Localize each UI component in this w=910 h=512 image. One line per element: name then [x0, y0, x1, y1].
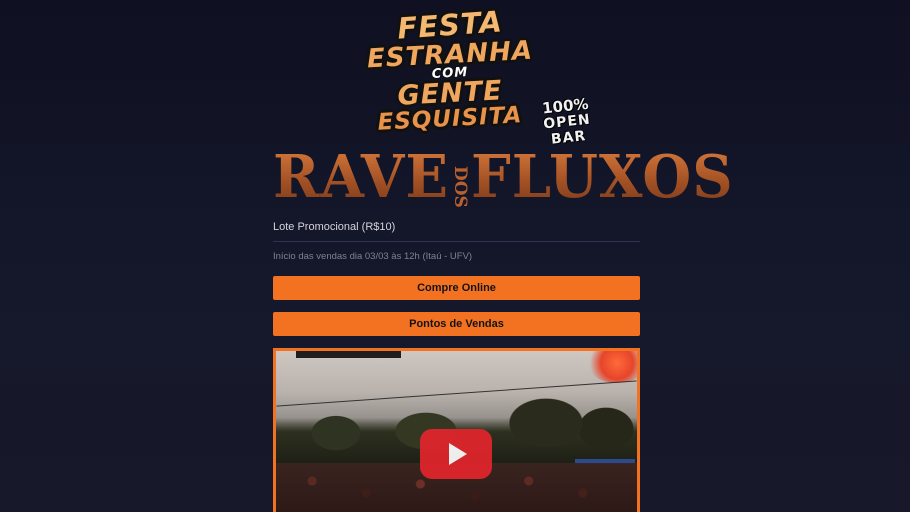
play-icon — [449, 443, 467, 465]
play-button[interactable] — [420, 429, 492, 479]
title-fluxos: FLUXOS — [471, 142, 734, 212]
title-rave: RAVE — [273, 142, 450, 212]
sales-start-info: Início das vendas dia 03/03 às 12h (Itaú… — [273, 251, 473, 262]
thumbnail-canopy — [296, 351, 401, 358]
lote-promocional: Lote Promocional (R$10) — [273, 221, 396, 233]
festa-estranha-logo: FESTA ESTRANHA COM GENTE ESQUISITA — [355, 4, 545, 138]
video-player[interactable] — [273, 348, 640, 512]
compre-online-button[interactable]: Compre Online — [273, 276, 640, 300]
pontos-de-vendas-button[interactable]: Pontos de Vendas — [273, 312, 640, 336]
divider — [273, 241, 640, 242]
rave-dos-fluxos-title: RAVE DOS FLUXOS — [273, 142, 733, 212]
page: FESTA ESTRANHA COM GENTE ESQUISITA 100% … — [0, 0, 910, 512]
title-dos: DOS — [450, 166, 471, 208]
